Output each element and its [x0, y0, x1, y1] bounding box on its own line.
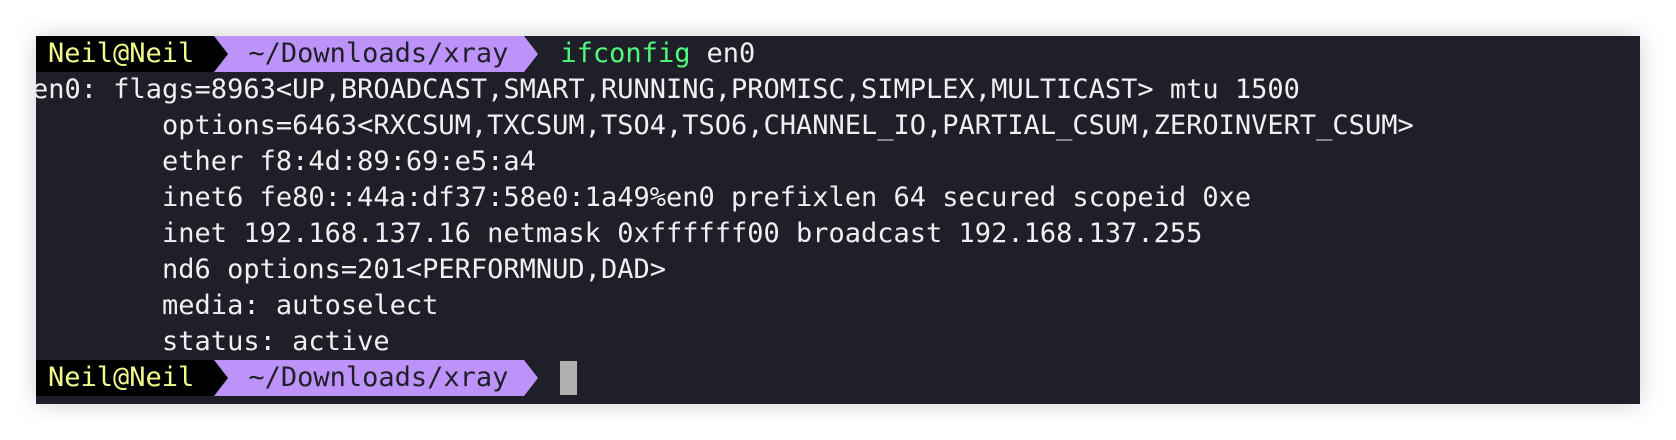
- text-cursor[interactable]: [560, 361, 578, 395]
- output-line: nd6 options=201<PERFORMNUD,DAD>: [36, 254, 666, 285]
- prompt-user: Neil@Neil: [36, 36, 215, 72]
- output-line: ether f8:4d:89:69:e5:a4: [36, 146, 536, 177]
- powerline-separator-icon: [214, 36, 229, 72]
- output-line: inet 192.168.137.16 netmask 0xffffff00 b…: [36, 218, 1203, 249]
- prompt-user: Neil@Neil: [36, 360, 215, 396]
- command-name: ifconfig: [560, 38, 691, 69]
- terminal-window[interactable]: Neil@Neil ~/Downloads/xray ifconfig en0 …: [36, 36, 1640, 404]
- powerline-arrow-icon: [524, 360, 539, 396]
- prompt-path: ~/Downloads/xray: [228, 36, 525, 72]
- prompt-line-2: Neil@Neil ~/Downloads/xray: [36, 360, 578, 396]
- output-line: options=6463<RXCSUM,TXCSUM,TSO4,TSO6,CHA…: [36, 110, 1414, 141]
- prompt-line-1: Neil@Neil ~/Downloads/xray ifconfig en0: [36, 36, 755, 72]
- command-argument: en0: [706, 38, 756, 69]
- output-line: status: active: [36, 326, 390, 357]
- output-line: inet6 fe80::44a:df37:58e0:1a49%en0 prefi…: [36, 182, 1252, 213]
- prompt-path: ~/Downloads/xray: [228, 360, 525, 396]
- powerline-separator-icon: [214, 360, 229, 396]
- output-line: media: autoselect: [36, 290, 439, 321]
- output-line: en0: flags=8963<UP,BROADCAST,SMART,RUNNI…: [36, 74, 1300, 105]
- powerline-arrow-icon: [524, 36, 539, 72]
